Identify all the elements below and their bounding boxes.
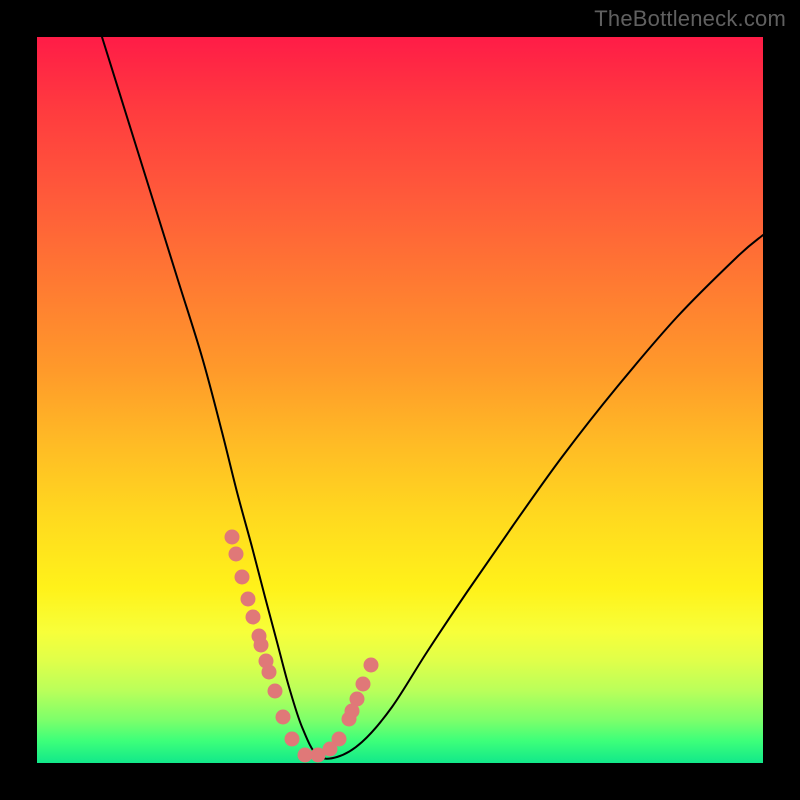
highlight-dot: [268, 684, 283, 699]
highlight-dot: [364, 658, 379, 673]
highlight-dot: [246, 610, 261, 625]
highlight-dot: [350, 692, 365, 707]
plot-area: [37, 37, 763, 763]
highlight-dot: [229, 547, 244, 562]
highlight-dot: [262, 665, 277, 680]
bottleneck-curve: [102, 37, 763, 759]
highlight-dot: [332, 732, 347, 747]
highlight-dot: [298, 748, 313, 763]
curve-layer: [37, 37, 763, 763]
highlight-dot: [241, 592, 256, 607]
highlight-dot: [254, 638, 269, 653]
highlight-dot: [276, 710, 291, 725]
highlight-dot: [235, 570, 250, 585]
highlight-dot: [285, 732, 300, 747]
highlight-dot: [225, 530, 240, 545]
watermark-text: TheBottleneck.com: [594, 6, 786, 32]
chart-frame: TheBottleneck.com: [0, 0, 800, 800]
highlight-dot: [356, 677, 371, 692]
